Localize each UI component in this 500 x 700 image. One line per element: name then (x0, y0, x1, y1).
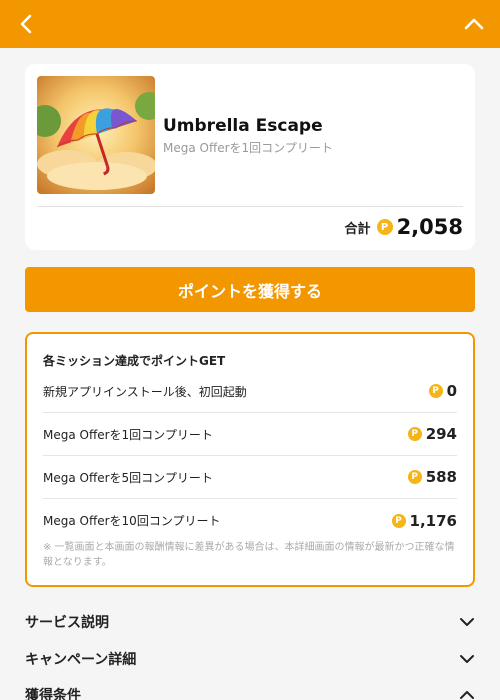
top-bar (0, 0, 500, 48)
mission-points: P 1,176 (391, 511, 457, 530)
point-coin-icon: P (391, 513, 406, 528)
chevron-up-icon (464, 18, 484, 30)
collapse-button[interactable] (462, 12, 486, 36)
mission-label: 新規アプリインストール後、初回起動 (43, 384, 247, 399)
missions-panel: 各ミッション達成でポイントGET 新規アプリインストール後、初回起動 P 0 M… (25, 332, 475, 587)
disclaimer-note: ※ 一覧画面と本画面の報酬情報に差異がある場合は、本詳細画面の情報が最新かつ正確… (43, 542, 455, 568)
mission-label: Mega Offerを10回コンプリート (43, 514, 221, 528)
mission-points: P 294 (407, 425, 457, 443)
mission-label: Mega Offerを5回コンプリート (43, 470, 213, 485)
mission-row: Mega Offerを10回コンプリート P 1,176 (43, 499, 457, 542)
mission-row: Mega Offerを1回コンプリート P 294 (43, 413, 457, 456)
back-button[interactable] (14, 12, 38, 36)
point-coin-icon: P (428, 384, 443, 398)
offer-card: Umbrella Escape Mega Offerを1回コンプリート 合計 P… (25, 64, 475, 250)
mission-points-value: 1,176 (409, 511, 457, 530)
chevron-left-icon (20, 14, 32, 34)
get-points-button[interactable]: ポイントを獲得する (25, 267, 475, 312)
section-campaign-details[interactable]: キャンペーン詳細 (25, 647, 475, 671)
point-coin-icon: P (407, 427, 422, 441)
mission-row: Mega Offerを5回コンプリート P 588 (43, 456, 457, 499)
section-acquisition-conditions[interactable]: 獲得条件 (25, 683, 475, 700)
mission-points-value: 0 (446, 382, 457, 400)
game-thumbnail (37, 76, 155, 194)
game-title: Umbrella Escape (163, 116, 323, 136)
total-label: 合計 (344, 221, 371, 237)
point-coin-icon: P (376, 219, 393, 235)
mission-points-value: 294 (425, 425, 457, 443)
game-subtitle: Mega Offerを1回コンプリート (163, 141, 333, 155)
total-points: 合計 P 2,058 (345, 215, 463, 239)
section-label: キャンペーン詳細 (25, 652, 137, 668)
chevron-down-icon (460, 655, 474, 663)
total-value: 2,058 (396, 215, 463, 239)
section-label: サービス説明 (25, 615, 109, 631)
mission-points-value: 588 (425, 468, 457, 486)
mission-points: P 588 (407, 468, 457, 486)
point-coin-icon: P (407, 470, 422, 484)
mission-points: P 0 (428, 382, 457, 400)
mission-row: 新規アプリインストール後、初回起動 P 0 (43, 370, 457, 413)
missions-title: 各ミッション達成でポイントGET (43, 354, 226, 368)
divider (37, 206, 463, 207)
section-label: 獲得条件 (25, 688, 81, 700)
section-service-description[interactable]: サービス説明 (25, 610, 475, 634)
mission-label: Mega Offerを1回コンプリート (43, 427, 213, 442)
chevron-down-icon (460, 618, 474, 626)
chevron-up-icon (460, 691, 474, 699)
